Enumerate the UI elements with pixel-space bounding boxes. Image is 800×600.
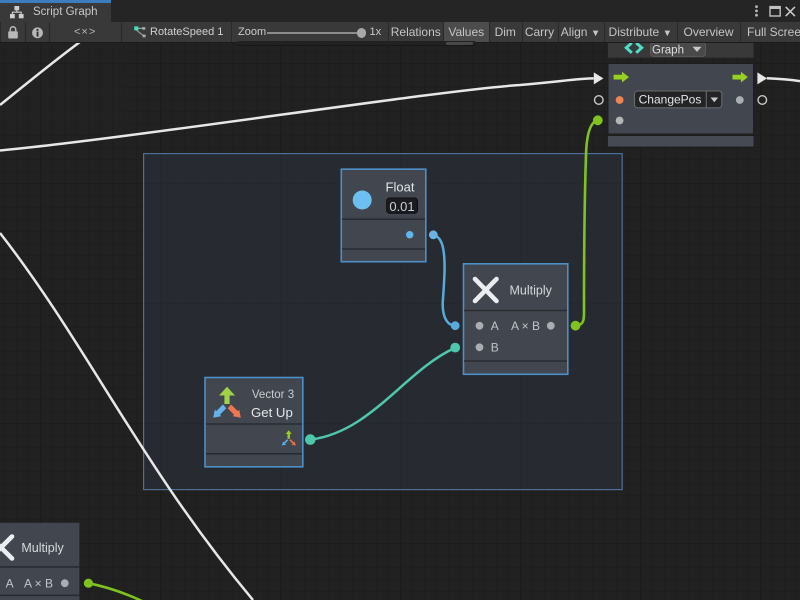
svg-text:Graph: Graph bbox=[652, 45, 684, 57]
svg-text:Float: Float bbox=[386, 180, 415, 195]
svg-text:Multiply: Multiply bbox=[510, 284, 553, 298]
svg-text:Multiply: Multiply bbox=[21, 541, 64, 555]
svg-text:ChangePos: ChangePos bbox=[639, 93, 702, 107]
svg-text:A: A bbox=[491, 319, 499, 333]
svg-text:A × B: A × B bbox=[511, 319, 540, 333]
svg-text:A: A bbox=[6, 577, 14, 591]
svg-text:Vector 3: Vector 3 bbox=[252, 389, 294, 401]
svg-text:0.01: 0.01 bbox=[389, 199, 414, 214]
svg-text:A × B: A × B bbox=[24, 577, 53, 591]
svg-text:B: B bbox=[491, 341, 499, 355]
svg-text:Get Up: Get Up bbox=[251, 405, 293, 420]
